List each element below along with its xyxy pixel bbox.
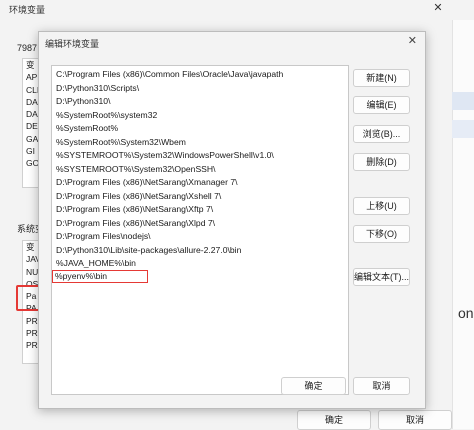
bg-titlebar: 环境变量 ✕	[0, 0, 474, 20]
browse-button[interactable]: 浏览(B)...	[353, 125, 410, 143]
list-item[interactable]: 变	[23, 241, 39, 253]
path-row[interactable]: %JAVA_HOME%\bin	[54, 257, 136, 270]
path-row[interactable]: D:\Program Files (x86)\NetSarang\Xmanage…	[54, 176, 238, 189]
list-item[interactable]: NU	[23, 266, 39, 278]
path-row[interactable]: %SystemRoot%	[54, 122, 118, 135]
path-row[interactable]: D:\Program Files\nodejs\	[54, 230, 151, 243]
list-item[interactable]: DA	[23, 96, 39, 108]
cancel-button[interactable]: 取消	[353, 377, 410, 395]
list-item[interactable]: PR	[23, 315, 39, 327]
path-row[interactable]: %SYSTEMROOT%\System32\WindowsPowerShell\…	[54, 149, 274, 162]
move-up-button[interactable]: 上移(U)	[353, 197, 410, 215]
path-row[interactable]: D:\Program Files (x86)\NetSarang\Xlpd 7\	[54, 217, 215, 230]
list-item[interactable]: PR	[23, 339, 39, 351]
list-item[interactable]: DA	[23, 108, 39, 120]
path-row[interactable]: %SystemRoot%\system32	[54, 109, 157, 122]
bg-window-title: 环境变量	[9, 5, 46, 15]
list-item[interactable]: GA	[23, 133, 39, 145]
list-item[interactable]: JAV	[23, 253, 39, 265]
path-row[interactable]: D:\Python310\Scripts\	[54, 82, 139, 95]
edit-environment-variable-dialog: 编辑环境变量 ✕ C:\Program Files (x86)\Common F…	[38, 31, 426, 409]
ok-button[interactable]: 确定	[281, 377, 346, 395]
edit-button[interactable]: 编辑(E)	[353, 96, 410, 114]
new-button[interactable]: 新建(N)	[353, 69, 410, 87]
edit-text-button[interactable]: 编辑文本(T)...	[353, 268, 410, 286]
list-item[interactable]: GO	[23, 157, 39, 169]
path-row-selected[interactable]: %pyenv%\bin	[52, 270, 148, 283]
list-item[interactable]: DE	[23, 120, 39, 132]
bg-right-panel	[452, 20, 474, 429]
bg-right-highlight	[452, 92, 474, 110]
path-row[interactable]: %SYSTEMROOT%\System32\OpenSSH\	[54, 163, 216, 176]
path-highlight-box	[16, 285, 40, 311]
list-item[interactable]: CLI	[23, 84, 39, 96]
path-row[interactable]: D:\Python310\Lib\site-packages\allure-2.…	[54, 244, 241, 257]
bg-right-highlight	[452, 120, 474, 138]
move-down-button[interactable]: 下移(O)	[353, 225, 410, 243]
path-row[interactable]: D:\Program Files (x86)\NetSarang\Xshell …	[54, 190, 221, 203]
list-item[interactable]: GI	[23, 145, 39, 157]
path-row[interactable]: %SystemRoot%\System32\Wbem	[54, 136, 186, 149]
path-row[interactable]: C:\Program Files (x86)\Common Files\Orac…	[54, 68, 283, 81]
bg-ok-button[interactable]: 确定	[297, 410, 371, 430]
delete-button[interactable]: 删除(D)	[353, 153, 410, 171]
bg-cancel-button[interactable]: 取消	[378, 410, 452, 430]
path-row[interactable]: D:\Python310\	[54, 95, 110, 108]
path-row[interactable]: D:\Program Files (x86)\NetSarang\Xftp 7\	[54, 203, 213, 216]
list-item[interactable]: 变	[23, 59, 39, 71]
dialog-title: 编辑环境变量	[45, 39, 100, 49]
close-icon[interactable]: ✕	[408, 34, 417, 47]
list-item[interactable]: AP	[23, 71, 39, 83]
path-list[interactable]: C:\Program Files (x86)\Common Files\Orac…	[51, 65, 349, 395]
list-item[interactable]: PR	[23, 327, 39, 339]
bg-right-edge-text: on	[458, 305, 474, 321]
user-variables-label: 7987	[17, 43, 38, 53]
bg-close-icon[interactable]: ✕	[428, 0, 448, 18]
